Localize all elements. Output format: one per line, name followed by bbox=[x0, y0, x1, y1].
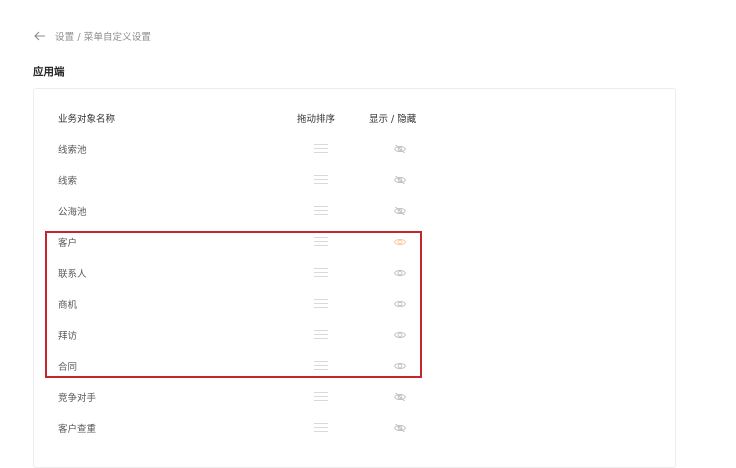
menu-config-card: 业务对象名称 拖动排序 显示 / 隐藏 线索池线索公海池客户联系人商机拜访合同竞… bbox=[33, 88, 676, 468]
drag-handle-icon[interactable] bbox=[314, 361, 328, 371]
drag-handle-icon[interactable] bbox=[314, 144, 328, 154]
header-drag-sort: 拖动排序 bbox=[297, 114, 336, 125]
arrow-left-icon[interactable] bbox=[33, 29, 47, 43]
drag-handle-icon[interactable] bbox=[314, 299, 328, 309]
eye-icon[interactable] bbox=[393, 266, 407, 280]
eye-icon[interactable] bbox=[393, 235, 407, 249]
table-row: 客户查重 bbox=[34, 411, 675, 442]
drag-handle-icon[interactable] bbox=[314, 175, 328, 185]
eye-slash-icon[interactable] bbox=[393, 204, 407, 218]
drag-handle-icon[interactable] bbox=[314, 237, 328, 247]
table-row: 公海池 bbox=[34, 194, 675, 225]
table-row: 客户 bbox=[34, 225, 675, 256]
table-row: 线索池 bbox=[34, 132, 675, 163]
object-name: 联系人 bbox=[58, 269, 87, 280]
object-name: 线索 bbox=[58, 176, 78, 187]
drag-handle-icon[interactable] bbox=[314, 206, 328, 216]
drag-handle-icon[interactable] bbox=[314, 423, 328, 433]
object-name: 商机 bbox=[58, 300, 78, 311]
eye-icon[interactable] bbox=[393, 297, 407, 311]
drag-handle-icon[interactable] bbox=[314, 330, 328, 340]
eye-icon[interactable] bbox=[393, 328, 407, 342]
object-name: 竞争对手 bbox=[58, 393, 97, 404]
breadcrumb: 设置 / 菜单自定义设置 bbox=[33, 28, 151, 44]
table-body: 线索池线索公海池客户联系人商机拜访合同竞争对手客户查重 bbox=[34, 132, 675, 442]
object-name: 线索池 bbox=[58, 145, 87, 156]
table-row: 合同 bbox=[34, 349, 675, 380]
object-name: 客户 bbox=[58, 238, 78, 249]
eye-slash-icon[interactable] bbox=[393, 173, 407, 187]
table-row: 竞争对手 bbox=[34, 380, 675, 411]
header-show-hide: 显示 / 隐藏 bbox=[369, 114, 417, 125]
object-name: 拜访 bbox=[58, 331, 78, 342]
drag-handle-icon[interactable] bbox=[314, 392, 328, 402]
object-name: 合同 bbox=[58, 362, 78, 373]
eye-icon[interactable] bbox=[393, 359, 407, 373]
header-object-name: 业务对象名称 bbox=[58, 114, 116, 125]
table-row: 线索 bbox=[34, 163, 675, 194]
table-row: 拜访 bbox=[34, 318, 675, 349]
table-row: 联系人 bbox=[34, 256, 675, 287]
object-name: 客户查重 bbox=[58, 424, 97, 435]
object-name: 公海池 bbox=[58, 207, 87, 218]
eye-slash-icon[interactable] bbox=[393, 390, 407, 404]
eye-slash-icon[interactable] bbox=[393, 421, 407, 435]
eye-slash-icon[interactable] bbox=[393, 142, 407, 156]
section-title: 应用端 bbox=[33, 66, 65, 78]
table-row: 商机 bbox=[34, 287, 675, 318]
breadcrumb-path: 设置 / 菜单自定义设置 bbox=[55, 32, 151, 43]
drag-handle-icon[interactable] bbox=[314, 268, 328, 278]
